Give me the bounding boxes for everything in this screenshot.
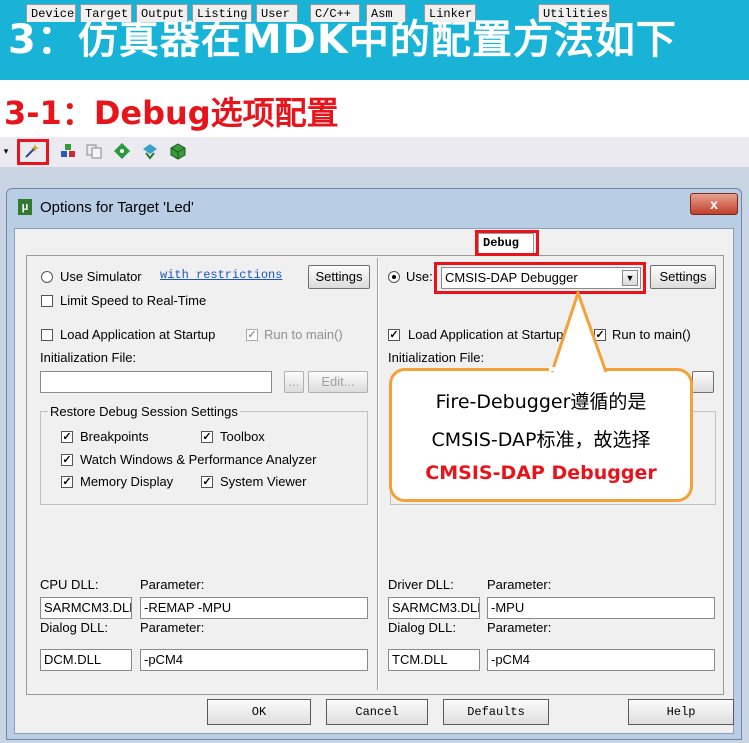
cpu-param-label: Parameter: xyxy=(140,577,205,592)
left-run-to-main-label: Run to main() xyxy=(264,327,343,342)
callout-pointer xyxy=(550,290,608,373)
use-debugger-radio[interactable] xyxy=(388,271,400,283)
app-icon: μ xyxy=(18,199,32,215)
pack-icon[interactable] xyxy=(168,141,188,161)
left-dialog-dll-input[interactable]: DCM.DLL xyxy=(40,649,132,671)
use-simulator-label: Use Simulator xyxy=(60,269,142,284)
left-dialog-param-label: Parameter: xyxy=(140,620,205,635)
tab-linker[interactable]: Linker xyxy=(424,4,476,22)
left-load-app-checkbox[interactable] xyxy=(41,329,53,341)
limit-speed-checkbox[interactable] xyxy=(41,295,53,307)
copy-icon[interactable] xyxy=(84,141,104,161)
right-dialog-dll-label: Dialog DLL: xyxy=(388,620,456,635)
system-viewer-label: System Viewer xyxy=(220,474,307,489)
download-icon[interactable] xyxy=(140,141,160,161)
restore-settings-label: Restore Debug Session Settings xyxy=(48,404,240,419)
use-simulator-radio[interactable] xyxy=(41,271,53,283)
left-init-file-label: Initialization File: xyxy=(40,350,137,365)
right-run-to-main-label: Run to main() xyxy=(612,327,691,342)
left-edit-button[interactable]: Edit... xyxy=(308,371,368,393)
toolbox-checkbox[interactable]: ✓ xyxy=(201,431,213,443)
right-init-file-label: Initialization File: xyxy=(388,350,485,365)
left-dialog-dll-label: Dialog DLL: xyxy=(40,620,108,635)
driver-dll-input[interactable]: SARMCM3.DLL xyxy=(388,597,480,619)
ok-button[interactable]: OK xyxy=(207,699,311,725)
callout-line-2: CMSIS-DAP标准，故选择 xyxy=(431,429,651,451)
left-load-app-label: Load Application at Startup xyxy=(60,327,216,342)
cpu-param-input[interactable]: -REMAP -MPU xyxy=(140,597,368,619)
section-subtitle: 3-1：Debug选项配置 xyxy=(4,94,339,132)
breakpoints-checkbox[interactable]: ✓ xyxy=(61,431,73,443)
right-dialog-dll-input[interactable]: TCM.DLL xyxy=(388,649,480,671)
highlight-box-toolbar xyxy=(17,139,49,165)
right-load-app-checkbox[interactable]: ✓ xyxy=(388,329,400,341)
toolbox-label: Toolbox xyxy=(220,429,265,444)
left-browse-button[interactable]: ... xyxy=(284,371,304,393)
limit-speed-label: Limit Speed to Real-Time xyxy=(60,293,207,308)
cancel-button[interactable]: Cancel xyxy=(326,699,428,725)
left-run-to-main-checkbox[interactable]: ✓ xyxy=(246,329,258,341)
tab-utilities[interactable]: Utilities xyxy=(538,4,610,22)
tab-cc[interactable]: C/C++ xyxy=(310,4,360,22)
tab-output[interactable]: Output xyxy=(136,4,188,22)
callout-line-1: Fire-Debugger遵循的是 xyxy=(435,391,647,413)
memory-display-label: Memory Display xyxy=(80,474,174,489)
simulator-settings-button[interactable]: Settings xyxy=(308,265,370,289)
watch-windows-label: Watch Windows & Performance Analyzer xyxy=(80,452,317,467)
diamond-icon[interactable] xyxy=(112,141,132,161)
tab-device[interactable]: Device xyxy=(26,4,76,22)
driver-param-input[interactable]: -MPU xyxy=(487,597,715,619)
highlight-box-debug-tab xyxy=(475,230,539,256)
load-icon[interactable] xyxy=(58,141,78,161)
cpu-dll-input[interactable]: SARMCM3.DLL xyxy=(40,597,132,619)
memory-display-checkbox[interactable]: ✓ xyxy=(61,476,73,488)
help-button[interactable]: Help xyxy=(628,699,734,725)
driver-param-label: Parameter: xyxy=(487,577,552,592)
cpu-dll-label: CPU DLL: xyxy=(40,577,99,592)
right-dialog-param-label: Parameter: xyxy=(487,620,552,635)
callout-box: Fire-Debugger遵循的是 CMSIS-DAP标准，故选择 CMSIS-… xyxy=(389,368,693,502)
breakpoints-label: Breakpoints xyxy=(80,429,149,444)
tab-asm[interactable]: Asm xyxy=(366,4,406,22)
ide-toolbar: ▾ xyxy=(0,137,749,168)
close-button[interactable]: x xyxy=(690,193,738,215)
defaults-button[interactable]: Defaults xyxy=(443,699,549,725)
right-dialog-param-input[interactable]: -pCM4 xyxy=(487,649,715,671)
left-dialog-param-input[interactable]: -pCM4 xyxy=(140,649,368,671)
watch-windows-checkbox[interactable]: ✓ xyxy=(61,454,73,466)
tab-user[interactable]: User xyxy=(256,4,298,22)
tab-target[interactable]: Target xyxy=(80,4,132,22)
debugger-settings-button[interactable]: Settings xyxy=(650,265,716,289)
tab-listing[interactable]: Listing xyxy=(192,4,252,22)
with-restrictions-link[interactable]: with restrictions xyxy=(160,268,282,282)
toolbar-dropdown-icon[interactable]: ▾ xyxy=(0,141,12,161)
use-label: Use: xyxy=(406,269,433,284)
left-init-file-input[interactable] xyxy=(40,371,272,393)
callout-line-3: CMSIS-DAP Debugger xyxy=(425,462,657,484)
right-browse-button[interactable] xyxy=(692,371,714,393)
system-viewer-checkbox[interactable]: ✓ xyxy=(201,476,213,488)
driver-dll-label: Driver DLL: xyxy=(388,577,454,592)
dialog-title: Options for Target 'Led' xyxy=(40,199,194,216)
